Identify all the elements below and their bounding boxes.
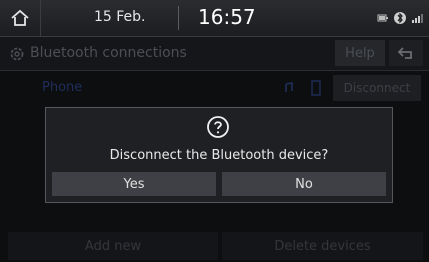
device-name: Phone [42,80,83,95]
signal-icon [412,14,423,23]
status-divider [178,6,179,30]
gear-icon [10,47,24,61]
confirm-dialog: Disconnect the Bluetooth device? Yes No [45,107,393,203]
status-time: 16:57 [198,5,256,29]
status-date: 15 Feb. [94,9,146,25]
no-button[interactable]: No [222,172,386,196]
delete-devices-button[interactable]: Delete devices [222,232,423,260]
back-button[interactable] [389,40,423,66]
header-bar: Bluetooth connections Help [0,37,429,71]
disconnect-button[interactable]: Disconnect [333,75,421,101]
help-button[interactable]: Help [335,40,385,66]
status-icons [377,11,423,25]
audio-stream-icon [285,82,293,92]
page-title: Bluetooth connections [30,45,187,61]
add-new-button[interactable]: Add new [8,232,218,260]
bluetooth-screen: 15 Feb. 16:57 Bluetooth connections Help… [0,0,429,262]
device-row[interactable]: Phone Disconnect [0,72,429,105]
status-bar: 15 Feb. 16:57 [0,0,429,37]
home-button[interactable] [0,0,41,36]
dialog-message: Disconnect the Bluetooth device? [109,148,329,163]
bluetooth-icon [394,12,406,24]
battery-icon [377,14,388,22]
back-arrow-icon [397,47,412,59]
question-icon [207,116,229,138]
yes-button[interactable]: Yes [52,172,216,196]
home-icon [11,9,29,26]
phone-icon [311,80,321,96]
